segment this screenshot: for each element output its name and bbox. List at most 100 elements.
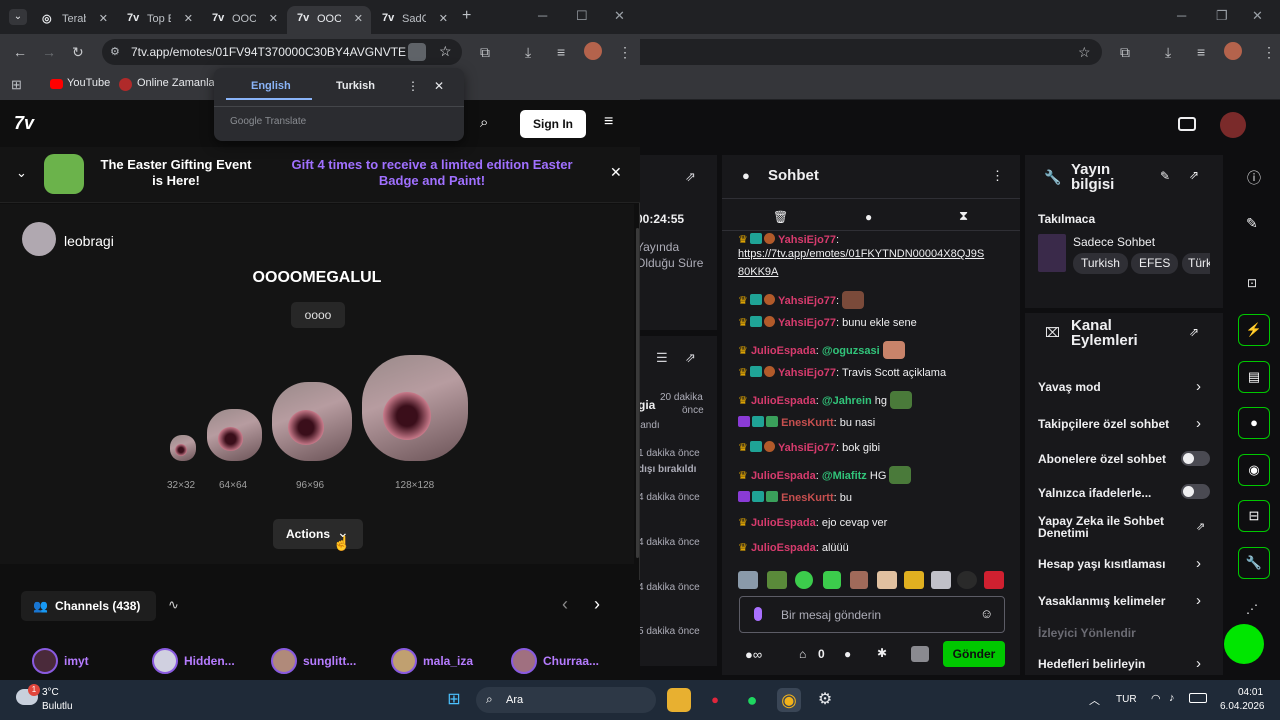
browser-tab[interactable]: 7v Top E ✕ (117, 6, 201, 34)
menu-icon[interactable]: ⋮ (1262, 44, 1276, 61)
tag-chip[interactable]: Türk (1182, 253, 1210, 274)
layout-icon[interactable]: ⊟ (1238, 500, 1270, 532)
action-followers-only[interactable]: Takipçilere özel sohbet (1038, 417, 1169, 431)
battery-icon[interactable] (1189, 693, 1207, 703)
notes-icon[interactable]: ▤ (1238, 361, 1270, 393)
extension-icon[interactable] (911, 646, 929, 662)
chat-icon[interactable]: ● (844, 647, 851, 661)
owner-avatar[interactable] (22, 222, 56, 256)
url-field[interactable]: ⚙ 7tv.app/emotes/01FV94T370000C30BY4AVGN… (102, 39, 462, 65)
lightning-icon[interactable]: ⚡ (1238, 314, 1270, 346)
green-circle-button[interactable] (1224, 624, 1264, 664)
chat-link-cont[interactable]: 80KK9A (738, 266, 778, 278)
popout-icon[interactable]: ⇗ (685, 169, 696, 185)
chat-link[interactable]: https://7tv.app/emotes/01FKYTNDN00004X8Q… (738, 248, 984, 260)
extensions-icon[interactable]: ⧉ (480, 44, 490, 61)
chevron-right-icon[interactable]: › (1196, 655, 1201, 672)
popout-icon[interactable]: ⇗ (1189, 168, 1199, 182)
channel-item[interactable]: Churraa... (511, 648, 599, 674)
7tv-logo[interactable]: 7v (14, 113, 34, 134)
chat-input[interactable]: Bir mesaj gönderin ☺ (739, 596, 1005, 633)
trash-icon[interactable]: 🗑 (773, 210, 788, 224)
volume-icon[interactable]: ♪ (1169, 692, 1175, 704)
red-app-icon[interactable]: ● (703, 688, 727, 712)
site-info-icon[interactable]: ⚙ (110, 45, 120, 58)
background-url-field[interactable] (640, 39, 1102, 65)
pencil-icon[interactable]: ✎ (1246, 215, 1258, 232)
owner-name[interactable]: leobragi (64, 233, 114, 249)
action-banned-words[interactable]: Yasaklanmış kelimeler (1038, 594, 1165, 608)
chrome-icon[interactable]: ◉ (777, 688, 801, 712)
action-set-goals[interactable]: Hedefleri belirleyin (1038, 657, 1145, 671)
forward-icon[interactable]: → (42, 44, 56, 60)
download-icon[interactable]: ⤓ (1165, 44, 1171, 61)
taskbar-search[interactable]: ⌕ Ara (476, 687, 656, 713)
windows-start-icon[interactable]: ⊞ (442, 688, 466, 712)
emote-thumb[interactable] (904, 571, 924, 589)
media-icon[interactable]: ≡ (1197, 44, 1205, 60)
popout-icon[interactable]: ⇗ (685, 350, 696, 366)
emote-thumb[interactable] (957, 571, 977, 589)
emote-thumb[interactable] (795, 571, 813, 589)
new-tab-icon[interactable]: + (462, 7, 471, 25)
clock-date[interactable]: 6.04.2026 (1220, 701, 1265, 712)
back-icon[interactable]: ← (13, 44, 27, 60)
file-explorer-icon[interactable] (667, 688, 691, 712)
gear-icon[interactable]: ✱ (877, 646, 887, 660)
tab-search-icon[interactable]: ⌄ (9, 9, 27, 25)
action-ai-moderation[interactable]: Yapay Zeka ile Sohbet Denetimi (1038, 515, 1178, 539)
tag-chip[interactable]: EFES (1131, 253, 1179, 274)
clock-time[interactable]: 04:01 (1238, 687, 1263, 698)
emote-thumb[interactable] (984, 571, 1004, 589)
emote-thumb[interactable] (877, 571, 897, 589)
profile-avatar[interactable] (1224, 42, 1242, 60)
app-icon[interactable]: ⚙ (813, 688, 837, 712)
next-page-icon[interactable]: › (594, 594, 600, 615)
emote-preview-64[interactable] (207, 409, 262, 461)
emote-thumb[interactable] (767, 571, 787, 589)
translate-tab-english[interactable]: English (251, 80, 291, 92)
collapse-chevron-icon[interactable]: ⌄ (16, 165, 27, 181)
tag-chip[interactable]: Turkish (1073, 253, 1128, 274)
hourglass-icon[interactable]: ⧗ (959, 208, 968, 224)
hamburger-menu-icon[interactable]: ≡ (604, 113, 613, 131)
bookmark-star-icon[interactable]: ☆ (1078, 44, 1091, 61)
subs-only-toggle[interactable] (1181, 451, 1210, 466)
bookmark-youtube[interactable]: YouTube (67, 77, 110, 89)
browser-tab-active[interactable]: 7v OOO(✕ (287, 6, 371, 34)
edit-icon[interactable]: ✎ (1160, 169, 1170, 183)
action-slow-mode[interactable]: Yavaş mod (1038, 380, 1101, 394)
bookmark-online-zamanlayici[interactable]: Online Zamanlay (137, 77, 220, 89)
chat-rail-icon[interactable]: ● (1238, 407, 1270, 439)
emote-only-toggle[interactable] (1181, 484, 1210, 499)
channel-item[interactable]: sunglitt... (271, 648, 356, 674)
apps-grid-icon[interactable]: ⊞ (11, 77, 22, 93)
activity-icon[interactable]: ∿ (168, 597, 179, 613)
translate-close-icon[interactable]: ✕ (434, 79, 444, 93)
spotify-icon[interactable]: ● (740, 688, 764, 712)
emote-preview-32[interactable] (170, 435, 196, 461)
emoji-icon[interactable]: ☺ (980, 606, 993, 621)
external-link-icon[interactable]: ⇗ (1196, 520, 1205, 533)
browser-tab[interactable]: 7v SadC ✕ (372, 6, 456, 34)
browser-tab[interactable]: 7v OOO(✕ (202, 6, 286, 34)
send-button[interactable]: Gönder (943, 641, 1005, 667)
bits-icon[interactable]: ●∞ (745, 647, 762, 662)
crowd-icon[interactable] (1178, 117, 1196, 131)
translate-icon[interactable] (408, 43, 426, 61)
emote-preview-96[interactable] (272, 382, 352, 461)
minimize-icon[interactable]: ─ (1177, 8, 1186, 23)
reload-icon[interactable]: ↻ (72, 44, 84, 61)
language-indicator[interactable]: TUR (1116, 694, 1137, 705)
download-icon[interactable]: ⤓ (525, 44, 531, 61)
emote-preview-128[interactable] (362, 355, 468, 461)
broadcast-icon[interactable]: ◉ (1238, 454, 1270, 486)
search-icon[interactable]: ⌕ (480, 114, 488, 131)
scrollbar[interactable] (636, 228, 639, 558)
extensions-icon[interactable]: ⧉ (1120, 44, 1130, 61)
url-text[interactable]: 7tv.app/emotes/01FV94T370000C30BY4AVGNVT… (131, 45, 406, 59)
share-icon[interactable]: ⋰ (1246, 602, 1258, 616)
weather-text[interactable]: Bulutlu (42, 701, 73, 712)
gift-icon[interactable]: ⌂ (799, 647, 806, 661)
translate-more-icon[interactable]: ⋮ (407, 79, 419, 93)
